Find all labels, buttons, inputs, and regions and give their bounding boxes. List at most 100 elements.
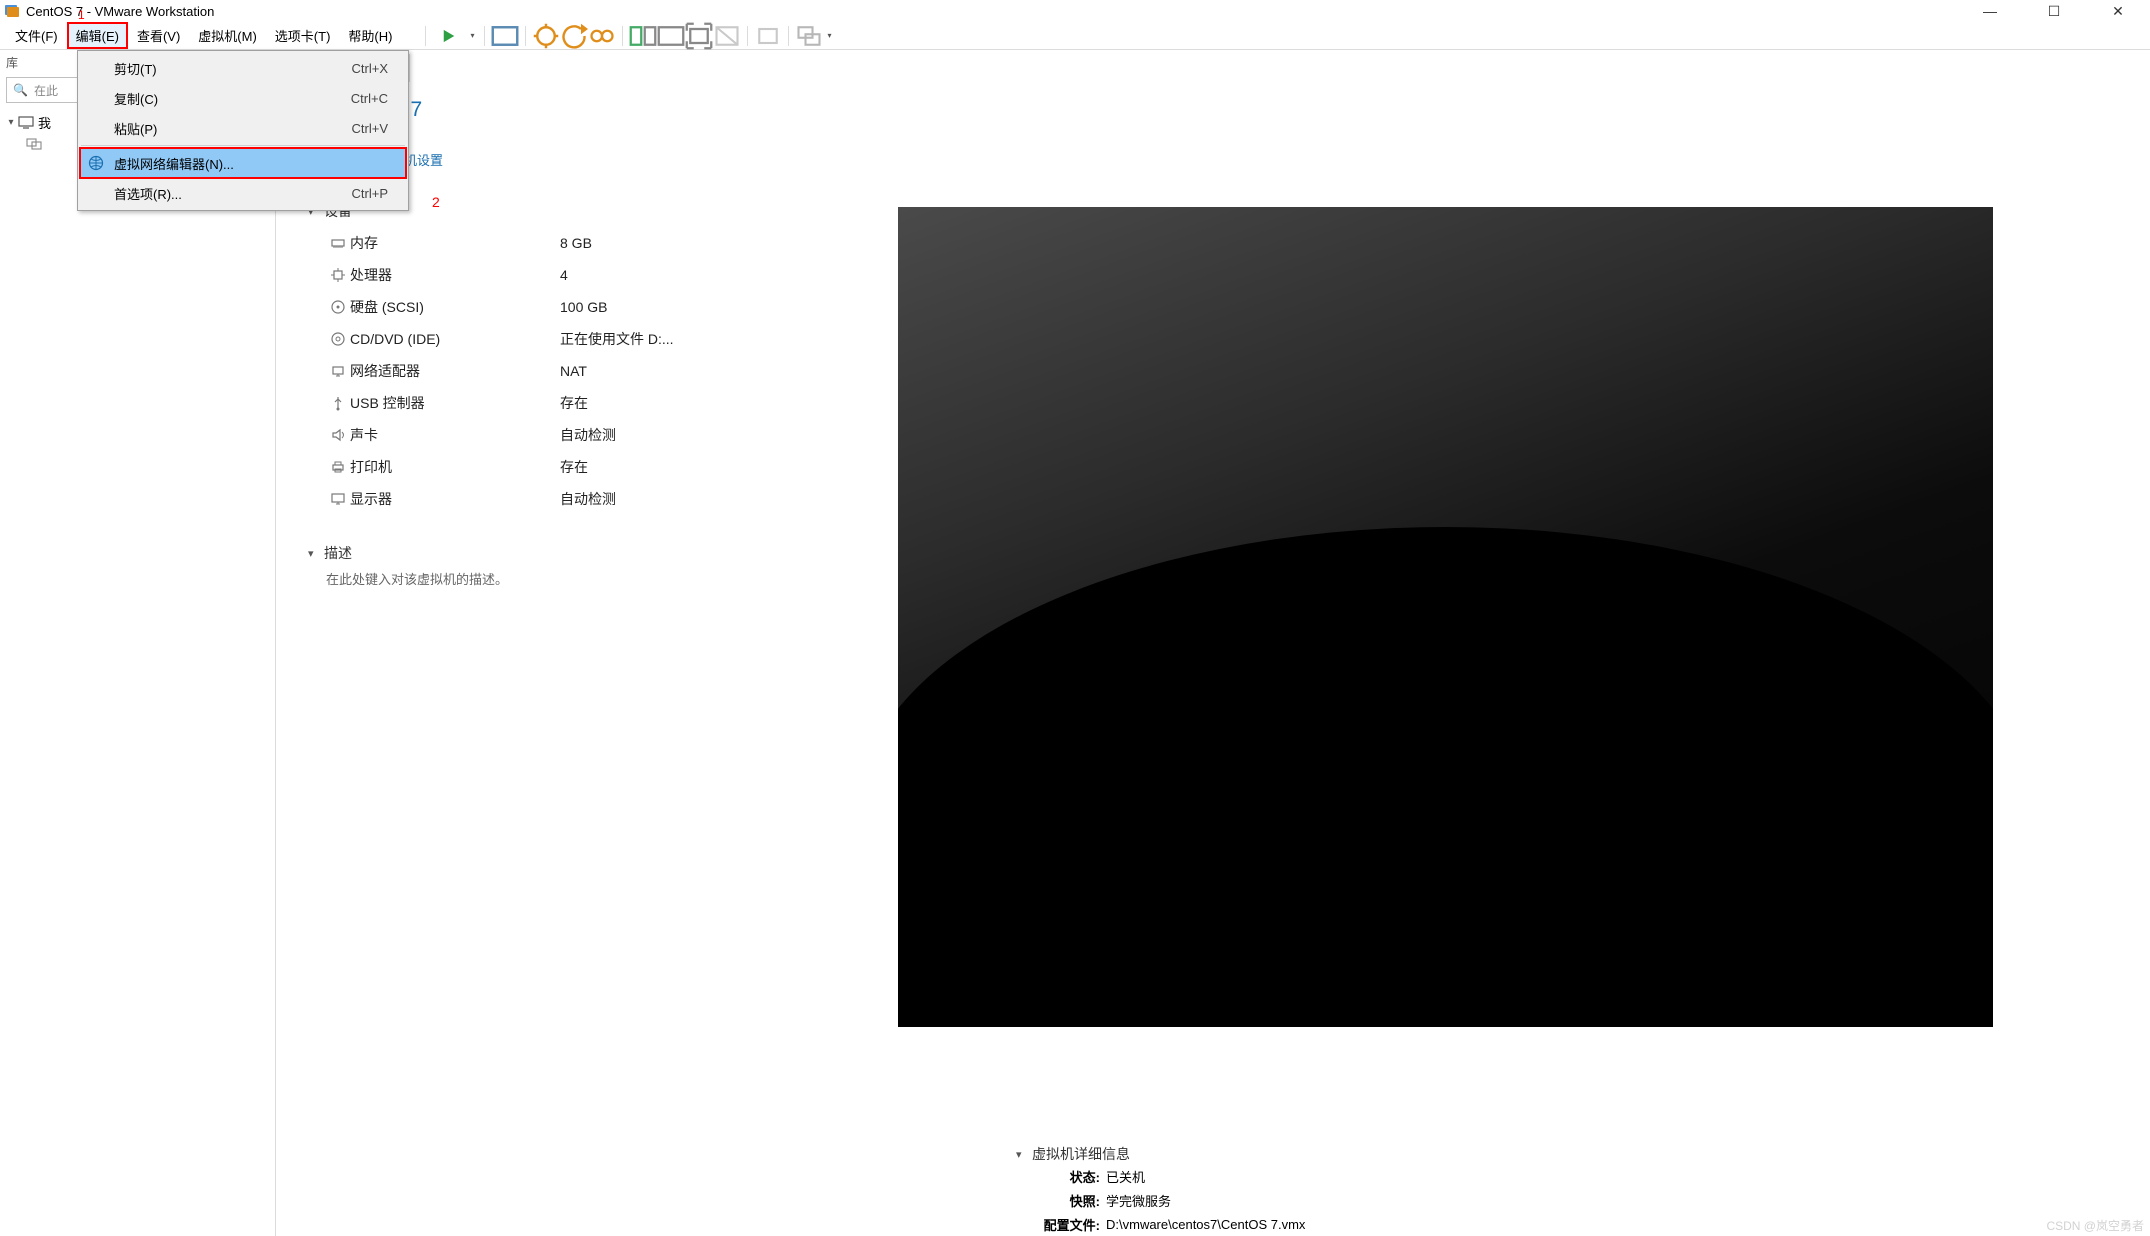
- device-value: NAT: [560, 363, 748, 379]
- view-console-button[interactable]: [657, 22, 685, 50]
- search-placeholder: 在此: [34, 82, 58, 99]
- device-row[interactable]: USB 控制器存在: [326, 387, 748, 419]
- tabs-icon: [26, 136, 42, 152]
- detail-snapshot-value: 学完微服务: [1106, 1191, 1171, 1210]
- memory-icon: [326, 235, 350, 251]
- description-placeholder[interactable]: 在此处键入对该虚拟机的描述。: [308, 569, 748, 588]
- menu-paste[interactable]: 粘贴(P) Ctrl+V: [80, 113, 406, 143]
- menu-copy[interactable]: 复制(C) Ctrl+C: [80, 83, 406, 113]
- menu-prefs-shortcut: Ctrl+P: [352, 186, 388, 201]
- tree-root-label: 我: [38, 113, 51, 132]
- menu-virtual-network-editor[interactable]: 虚拟网络编辑器(N)...: [80, 148, 406, 178]
- device-name: USB 控制器: [350, 393, 560, 413]
- menu-cut-label: 剪切(T): [114, 59, 157, 78]
- power-on-menu-arrow[interactable]: ▾: [466, 31, 478, 40]
- device-row[interactable]: 声卡自动检测: [326, 419, 748, 451]
- snapshot-manager-button[interactable]: [588, 22, 616, 50]
- detail-state-label: 状态:: [1016, 1167, 1100, 1186]
- view-quickswitch-button[interactable]: [795, 22, 823, 50]
- view-quickswitch-menu-arrow[interactable]: ▾: [823, 31, 835, 40]
- menu-copy-shortcut: Ctrl+C: [351, 91, 388, 106]
- menu-separator: [81, 145, 405, 146]
- cpu-icon: [326, 267, 350, 283]
- menu-cut-shortcut: Ctrl+X: [352, 61, 388, 76]
- device-name: 网络适配器: [350, 361, 560, 381]
- description-section-header[interactable]: ▾描述: [308, 543, 748, 563]
- watermark: CSDN @岚空勇者: [2046, 1217, 2144, 1234]
- library-label: 库: [6, 54, 18, 71]
- search-icon: 🔍: [13, 83, 28, 97]
- disc-icon: [326, 331, 350, 347]
- device-row[interactable]: 打印机存在: [326, 451, 748, 483]
- vm-console-preview[interactable]: [898, 207, 1993, 1027]
- edit-vm-settings-link[interactable]: 编辑虚拟机设置: [308, 146, 2118, 171]
- device-name: CD/DVD (IDE): [350, 331, 560, 347]
- menu-file[interactable]: 文件(F): [6, 22, 67, 49]
- device-name: 内存: [350, 233, 560, 253]
- library-sidebar: 库 🔍 在此 ▾ 我: [0, 50, 276, 1236]
- menu-prefs-label: 首选项(R)...: [114, 184, 182, 203]
- window-close[interactable]: ✕: [2086, 0, 2150, 22]
- device-row[interactable]: 硬盘 (SCSI)100 GB: [326, 291, 748, 323]
- device-value: 正在使用文件 D:...: [560, 329, 748, 349]
- window-maximize[interactable]: ☐: [2022, 0, 2086, 22]
- device-name: 硬盘 (SCSI): [350, 297, 560, 317]
- snapshot-take-button[interactable]: [532, 22, 560, 50]
- device-value: 4: [560, 267, 748, 283]
- menu-tabs[interactable]: 选项卡(T): [266, 22, 340, 49]
- detail-config-value: D:\vmware\centos7\CentOS 7.vmx: [1106, 1217, 1305, 1232]
- details-section-header[interactable]: ▾虚拟机详细信息: [1016, 1144, 2150, 1164]
- window-minimize[interactable]: —: [1958, 0, 2022, 22]
- menu-paste-shortcut: Ctrl+V: [352, 121, 388, 136]
- chevron-down-icon: ▾: [4, 117, 18, 128]
- device-name: 显示器: [350, 489, 560, 509]
- window-title: CentOS 7 - VMware Workstation: [26, 4, 214, 19]
- device-row[interactable]: 显示器自动检测: [326, 483, 748, 515]
- menu-cut[interactable]: 剪切(T) Ctrl+X: [80, 53, 406, 83]
- device-name: 声卡: [350, 425, 560, 445]
- menu-paste-label: 粘贴(P): [114, 119, 157, 138]
- view-split-button[interactable]: [629, 22, 657, 50]
- device-value: 自动检测: [560, 489, 748, 509]
- menu-vnet-label: 虚拟网络编辑器(N)...: [114, 154, 234, 173]
- display-icon: [326, 491, 350, 507]
- usb-icon: [326, 395, 350, 411]
- detail-config-label: 配置文件:: [1016, 1215, 1100, 1234]
- device-row[interactable]: 内存8 GB: [326, 227, 748, 259]
- menu-edit[interactable]: 编辑(E): [67, 22, 128, 49]
- printer-icon: [326, 459, 350, 475]
- device-row[interactable]: 网络适配器NAT: [326, 355, 748, 387]
- device-value: 100 GB: [560, 299, 748, 315]
- device-name: 打印机: [350, 457, 560, 477]
- chevron-down-icon: ▾: [1016, 1148, 1032, 1161]
- view-stretch-button[interactable]: [754, 22, 782, 50]
- sound-icon: [326, 427, 350, 443]
- partial-link[interactable]: 拟机: [308, 121, 2118, 146]
- detail-state-value: 已关机: [1106, 1167, 1145, 1186]
- chevron-down-icon: ▾: [308, 547, 324, 560]
- device-value: 自动检测: [560, 425, 748, 445]
- device-value: 存在: [560, 457, 748, 477]
- computer-icon: [18, 114, 34, 130]
- menu-preferences[interactable]: 首选项(R)... Ctrl+P: [80, 178, 406, 208]
- vmware-icon: [4, 3, 20, 19]
- device-row[interactable]: 处理器4: [326, 259, 748, 291]
- device-name: 处理器: [350, 265, 560, 285]
- power-on-button[interactable]: [432, 22, 466, 50]
- edit-menu-dropdown: 剪切(T) Ctrl+X 复制(C) Ctrl+C 粘贴(P) Ctrl+V 虚…: [77, 50, 409, 211]
- snapshot-revert-button[interactable]: [560, 22, 588, 50]
- menu-help[interactable]: 帮助(H): [339, 22, 401, 49]
- detail-snapshot-label: 快照:: [1016, 1191, 1100, 1210]
- disk-icon: [326, 299, 350, 315]
- device-value: 8 GB: [560, 235, 748, 251]
- device-row[interactable]: CD/DVD (IDE)正在使用文件 D:...: [326, 323, 748, 355]
- menu-copy-label: 复制(C): [114, 89, 158, 108]
- menu-vm[interactable]: 虚拟机(M): [189, 22, 266, 49]
- device-value: 存在: [560, 393, 748, 413]
- globe-icon: [88, 155, 104, 171]
- view-fullscreen-button[interactable]: [685, 22, 713, 50]
- menu-view[interactable]: 查看(V): [128, 22, 189, 49]
- network-icon: [326, 363, 350, 379]
- view-unity-button[interactable]: [713, 22, 741, 50]
- screenshot-button[interactable]: [491, 22, 519, 50]
